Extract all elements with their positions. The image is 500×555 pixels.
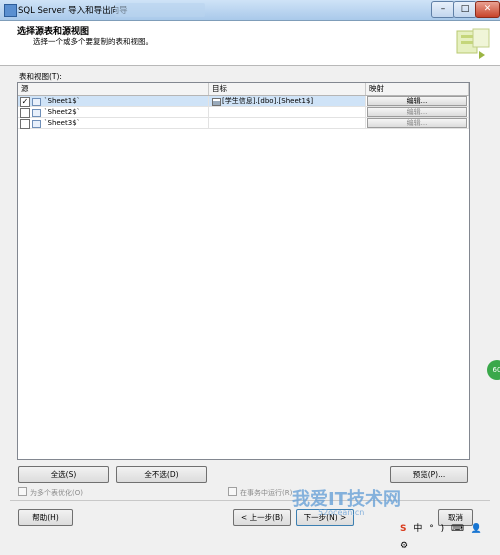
- edit-mappings-button[interactable]: 编辑...: [367, 96, 467, 106]
- column-header-mapping[interactable]: 映射: [366, 83, 469, 95]
- tray-chinese-icon[interactable]: 中: [413, 524, 422, 534]
- page-subtitle: 选择一个或多个要复制的表和视图。: [33, 37, 153, 46]
- close-button[interactable]: ✕: [475, 1, 500, 18]
- preview-button[interactable]: 预览(P)...: [390, 466, 468, 483]
- deselect-all-button[interactable]: 全不选(D): [116, 466, 207, 483]
- background-tab: [115, 3, 205, 17]
- wizard-header: 选择源表和源视图 选择一个或多个要复制的表和视图。: [0, 21, 500, 66]
- destination-table-icon: [212, 98, 221, 106]
- row-checkbox-checked[interactable]: ✓: [20, 97, 30, 107]
- edit-mappings-button[interactable]: 编辑...: [367, 118, 467, 128]
- optimize-multi-table-option[interactable]: 为多个表优化(O): [18, 487, 83, 498]
- tray-moon-icon[interactable]: ): [441, 524, 445, 534]
- maximize-button[interactable]: □: [453, 1, 477, 18]
- table-icon: [32, 98, 41, 106]
- keyboard-icon[interactable]: ⌨: [451, 524, 464, 534]
- source-cell[interactable]: ✓ `Sheet1$`: [18, 96, 209, 107]
- optimize-checkbox[interactable]: [18, 487, 27, 496]
- wizard-decoration-icon: [456, 28, 490, 59]
- transaction-checkbox[interactable]: [228, 487, 237, 496]
- mapping-cell: 编辑...: [366, 107, 469, 118]
- table-row[interactable]: `Sheet3$` 编辑...: [18, 118, 469, 129]
- destination-cell[interactable]: [209, 107, 366, 118]
- window-title-bar: SQL Server 导入和导出向导 – □ ✕: [0, 0, 500, 21]
- table-row[interactable]: `Sheet2$` 编辑...: [18, 107, 469, 118]
- row-checkbox[interactable]: [20, 119, 30, 129]
- side-badge: 60: [487, 360, 500, 380]
- watermark-subtext: 52ocean.cn: [318, 508, 365, 517]
- settings-icon[interactable]: ⚙: [400, 541, 408, 551]
- tables-grid: 源 目标 映射 ✓ `Sheet1$` [学生信息].[dbo].[Sheet1…: [17, 82, 470, 460]
- run-in-transaction-option[interactable]: 在事务中运行(R): [228, 487, 292, 498]
- column-header-source[interactable]: 源: [18, 83, 209, 95]
- column-header-destination[interactable]: 目标: [209, 83, 366, 95]
- back-button[interactable]: < 上一步(B): [233, 509, 291, 526]
- window-title: SQL Server 导入和导出向导: [18, 6, 128, 16]
- source-cell[interactable]: `Sheet3$`: [18, 118, 209, 129]
- system-tray: S 中 ° ) ⌨ 👤 ⚙: [400, 521, 500, 551]
- minimize-button[interactable]: –: [431, 1, 455, 18]
- mapping-cell: 编辑...: [366, 96, 469, 107]
- input-method-icon[interactable]: S: [400, 524, 406, 534]
- mapping-cell: 编辑...: [366, 118, 469, 129]
- source-name: `Sheet1$`: [44, 97, 81, 105]
- user-icon[interactable]: 👤: [471, 524, 482, 534]
- optimize-label: 为多个表优化(O): [30, 489, 83, 497]
- row-checkbox[interactable]: [20, 108, 30, 118]
- edit-mappings-button[interactable]: 编辑...: [367, 107, 467, 117]
- source-name: `Sheet3$`: [44, 119, 81, 127]
- table-icon: [32, 109, 41, 117]
- destination-cell[interactable]: [209, 118, 366, 129]
- app-icon: [4, 4, 17, 17]
- tray-degree-icon[interactable]: °: [429, 524, 434, 534]
- destination-cell[interactable]: [学生信息].[dbo].[Sheet1$]: [209, 96, 366, 107]
- select-all-button[interactable]: 全选(S): [18, 466, 109, 483]
- help-button[interactable]: 帮助(H): [18, 509, 73, 526]
- table-icon: [32, 120, 41, 128]
- source-cell[interactable]: `Sheet2$`: [18, 107, 209, 118]
- transaction-label: 在事务中运行(R): [240, 489, 293, 497]
- destination-name: [学生信息].[dbo].[Sheet1$]: [222, 97, 314, 105]
- tables-label: 表和视图(T):: [19, 72, 62, 81]
- table-row[interactable]: ✓ `Sheet1$` [学生信息].[dbo].[Sheet1$] 编辑...: [18, 96, 469, 107]
- grid-header: 源 目标 映射: [18, 83, 469, 96]
- footer-divider: [10, 500, 490, 501]
- source-name: `Sheet2$`: [44, 108, 81, 116]
